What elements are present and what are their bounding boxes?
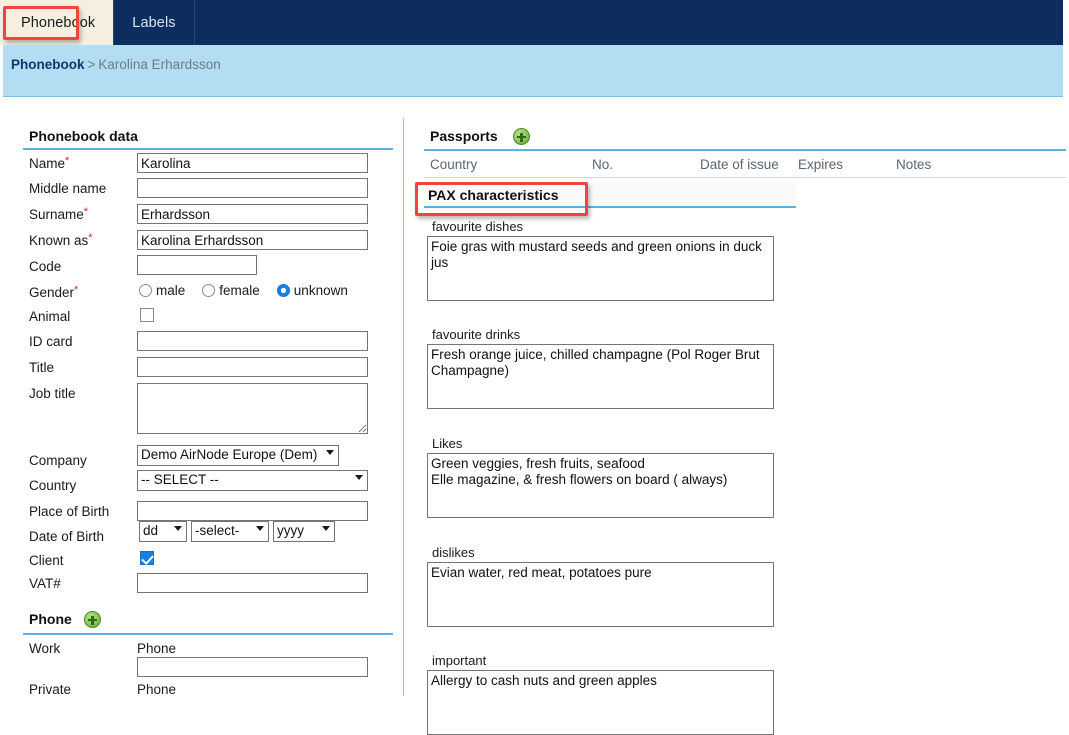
gender-radio-male[interactable] — [139, 284, 152, 297]
country-select-value: -- SELECT -- — [141, 472, 219, 487]
code-input[interactable] — [137, 255, 257, 275]
label-place-of-birth: Place of Birth — [29, 504, 109, 519]
vat-input[interactable] — [137, 573, 368, 593]
required-marker: * — [88, 232, 92, 244]
gender-radio-female[interactable] — [202, 284, 215, 297]
breadcrumb-separator: > — [85, 57, 99, 72]
add-passport-plus-circle-icon[interactable] — [513, 128, 530, 145]
passports-col-expires: Expires — [798, 157, 843, 172]
label-known-as: Known as* — [29, 233, 93, 248]
name-input[interactable] — [137, 153, 368, 173]
passports-col-no: No. — [592, 157, 613, 172]
job-title-textarea[interactable] — [137, 383, 368, 434]
pax-label-favourite-drinks: favourite drinks — [432, 327, 520, 342]
dob-month-value: -select- — [195, 523, 239, 538]
phone-row-work-type: Work — [29, 641, 60, 656]
dob-year-select[interactable]: yyyy — [273, 521, 335, 542]
label-title: Title — [29, 360, 54, 375]
tab-phonebook[interactable]: Phonebook — [3, 0, 113, 45]
phone-section-heading: Phone — [29, 611, 72, 627]
label-country: Country — [29, 478, 76, 493]
company-select[interactable]: Demo AirNode Europe (Dem) — [137, 445, 339, 466]
place-of-birth-input[interactable] — [137, 501, 368, 521]
breadcrumb-current: Karolina Erhardsson — [98, 57, 220, 72]
tab-strip-end-divider — [194, 0, 195, 45]
phone-work-input[interactable] — [137, 657, 368, 677]
client-checkbox[interactable] — [140, 551, 154, 565]
tab-labels[interactable]: Labels — [113, 0, 193, 45]
label-name: Name* — [29, 156, 69, 171]
dob-year-value: yyyy — [277, 523, 304, 538]
pax-characteristics-heading: PAX characteristics — [428, 187, 558, 203]
passports-col-date-of-issue: Date of issue — [700, 157, 779, 172]
tab-phonebook-label: Phonebook — [21, 15, 95, 31]
dob-month-select[interactable]: -select- — [191, 521, 269, 542]
label-surname: Surname* — [29, 207, 88, 222]
passports-col-notes: Notes — [896, 157, 931, 172]
passports-col-country: Country — [430, 157, 477, 172]
pax-characteristics-rule — [424, 206, 796, 208]
breadcrumb-root-link[interactable]: Phonebook — [11, 57, 85, 72]
animal-checkbox[interactable] — [140, 308, 154, 322]
surname-input[interactable] — [137, 204, 368, 224]
title-input[interactable] — [137, 357, 368, 377]
pax-label-likes: Likes — [432, 436, 462, 451]
label-company: Company — [29, 453, 87, 468]
dob-day-value: dd — [143, 523, 158, 538]
gender-radio-unknown[interactable] — [277, 284, 290, 297]
breadcrumb: Phonebook>Karolina Erhardsson — [11, 57, 221, 72]
breadcrumb-bar: Phonebook>Karolina Erhardsson — [3, 45, 1063, 97]
required-marker: * — [74, 284, 78, 296]
tab-labels-label: Labels — [132, 15, 175, 31]
label-client: Client — [29, 553, 64, 568]
content-area: Phonebook data Name* Middle name Surname… — [3, 98, 1063, 696]
phonebook-detail-page: Phonebook Labels Phonebook>Karolina Erha… — [0, 0, 1069, 696]
pax-dislikes-textarea[interactable]: Evian water, red meat, potatoes pure — [427, 562, 774, 627]
label-job-title: Job title — [29, 386, 76, 401]
country-select[interactable]: -- SELECT -- — [137, 470, 368, 491]
pax-favourite-dishes-textarea[interactable]: Foie gras with mustard seeds and green o… — [427, 236, 774, 301]
label-middle-name: Middle name — [29, 181, 106, 196]
label-gender: Gender* — [29, 285, 78, 300]
gender-radio-group: male female unknown — [139, 283, 361, 298]
pax-important-textarea[interactable]: Allergy to cash nuts and green apples — [427, 670, 774, 735]
phone-row-private-type: Private — [29, 682, 71, 697]
label-id-card: ID card — [29, 334, 73, 349]
top-navigation-bar: Phonebook Labels — [0, 0, 1063, 45]
pax-favourite-drinks-textarea[interactable]: Fresh orange juice, chilled champagne (P… — [427, 344, 774, 409]
phonebook-data-rule — [23, 148, 393, 150]
pax-label-favourite-dishes: favourite dishes — [432, 219, 523, 234]
required-marker: * — [65, 155, 69, 167]
passports-heading: Passports — [430, 128, 498, 144]
middle-name-input[interactable] — [137, 178, 368, 198]
column-divider — [403, 118, 404, 696]
phone-row-work-column-label: Phone — [137, 641, 176, 656]
label-date-of-birth: Date of Birth — [29, 529, 104, 544]
pax-label-dislikes: dislikes — [432, 545, 475, 560]
label-code: Code — [29, 259, 61, 274]
label-animal: Animal — [29, 309, 70, 324]
known-as-input[interactable] — [137, 230, 368, 250]
tab-strip: Phonebook Labels — [3, 0, 195, 45]
passports-rule — [424, 149, 1066, 151]
add-phone-plus-circle-icon[interactable] — [84, 611, 101, 628]
passports-column-rule — [424, 177, 1066, 178]
phone-row-private-column-label: Phone — [137, 682, 176, 697]
required-marker: * — [84, 206, 88, 218]
dob-day-select[interactable]: dd — [139, 521, 187, 542]
id-card-input[interactable] — [137, 331, 368, 351]
phone-section-rule — [23, 633, 393, 635]
pax-likes-textarea[interactable]: Green veggies, fresh fruits, seafood Ell… — [427, 453, 774, 518]
gender-label-female[interactable]: female — [219, 283, 260, 298]
label-vat: VAT# — [29, 576, 61, 591]
phonebook-data-heading: Phonebook data — [29, 128, 138, 144]
gender-label-male[interactable]: male — [156, 283, 185, 298]
company-select-value: Demo AirNode Europe (Dem) — [141, 447, 317, 462]
gender-label-unknown[interactable]: unknown — [294, 283, 348, 298]
pax-label-important: important — [432, 653, 486, 668]
